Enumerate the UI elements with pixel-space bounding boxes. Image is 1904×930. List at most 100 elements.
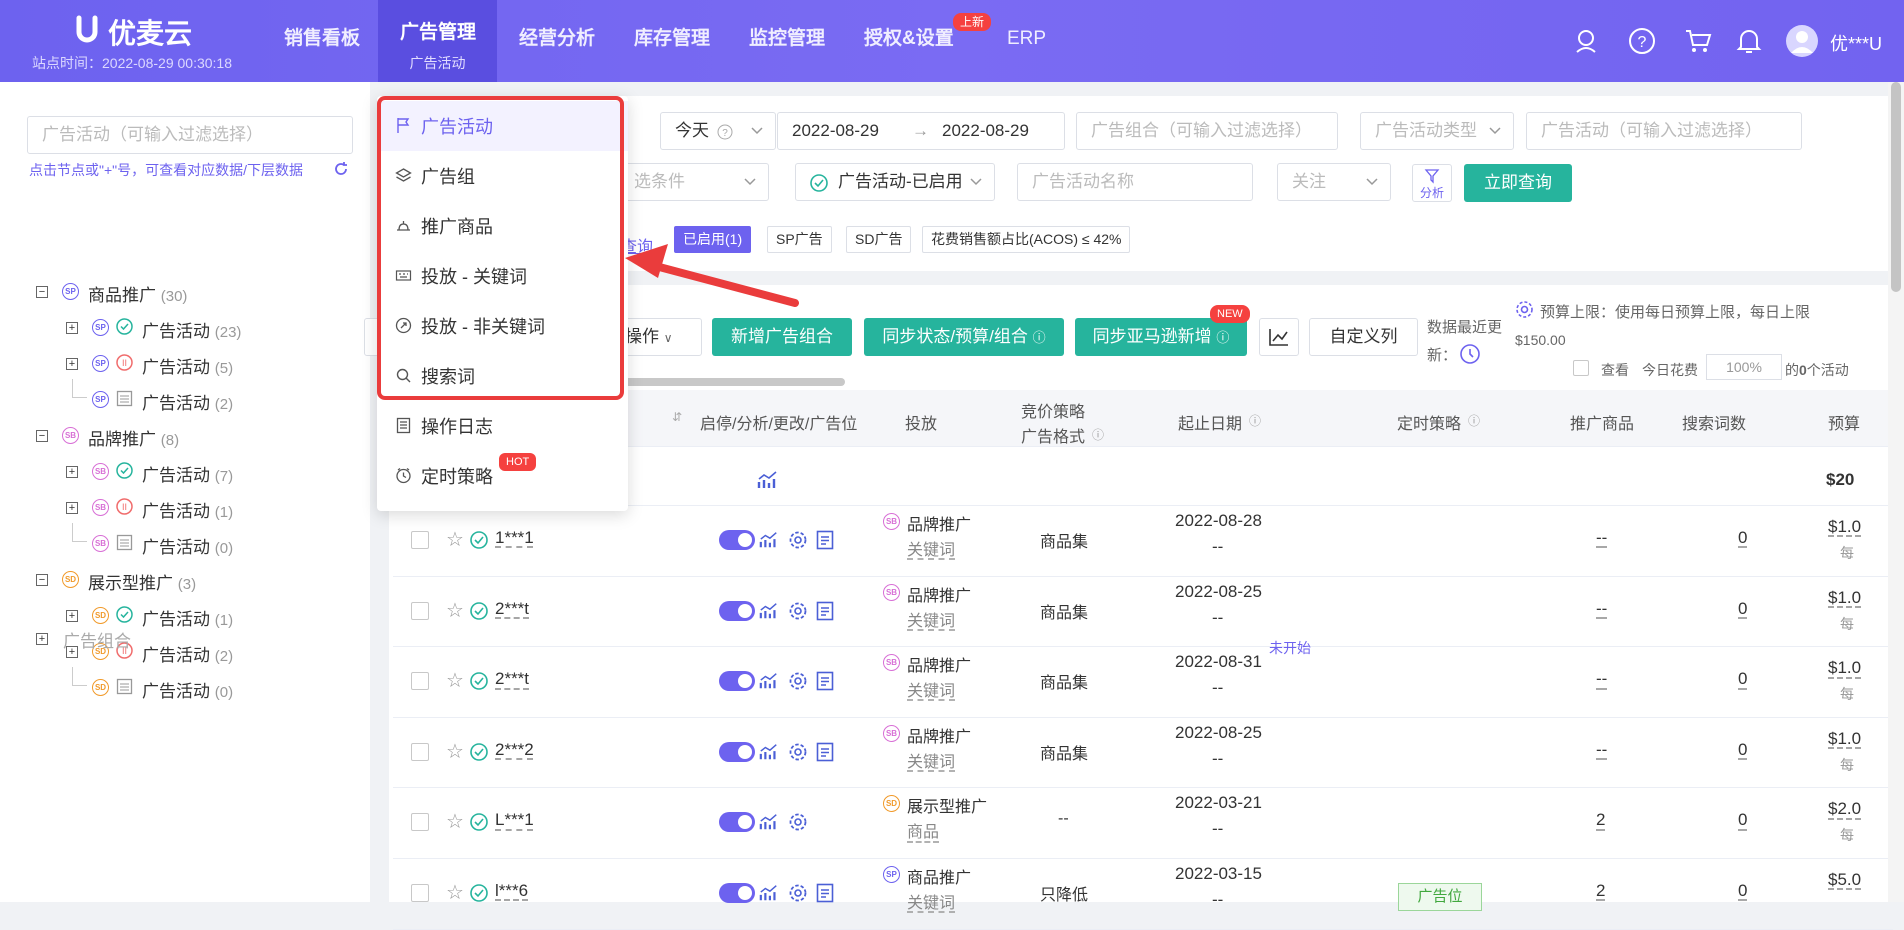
menu-item-products[interactable]: 推广商品 <box>377 201 628 251</box>
row-checkbox[interactable] <box>411 672 429 691</box>
tree-node-campaign[interactable]: 广告活动 (23) <box>142 317 241 342</box>
star-icon[interactable]: ☆ <box>446 527 464 552</box>
search-term-count[interactable]: 0 <box>1738 810 1747 830</box>
promoted-products[interactable]: -- <box>1596 528 1607 548</box>
row-checkbox[interactable] <box>411 531 429 549</box>
budget-value[interactable]: $1.0 <box>1828 729 1861 749</box>
clock-refresh-icon[interactable] <box>1459 343 1481 365</box>
menu-item-non-keywords[interactable]: 投放 - 非关键词 <box>377 301 628 351</box>
help-icon[interactable]: ? <box>1628 27 1656 55</box>
sync-status-button[interactable]: 同步状态/预算/组合 ⓘ <box>864 318 1064 356</box>
gear-icon[interactable] <box>788 530 808 550</box>
add-portfolio-button[interactable]: 新增广告组合 <box>712 318 852 356</box>
chart-toggle-button[interactable] <box>1259 318 1299 356</box>
expand-icon[interactable]: + <box>66 466 78 478</box>
date-range-picker[interactable]: 2022-08-29 → 2022-08-29 <box>777 112 1065 150</box>
promoted-products[interactable]: -- <box>1596 599 1607 619</box>
targeting-type[interactable]: 关键词 <box>907 536 955 560</box>
nav-monitoring[interactable]: 监控管理 <box>749 0 825 82</box>
trend-chart-icon[interactable] <box>759 530 779 550</box>
nav-sales-dashboard[interactable]: 销售看板 <box>284 0 360 82</box>
targeting-type[interactable]: 商品 <box>907 818 939 842</box>
nav-auth-settings[interactable]: 授权&设置 <box>864 0 954 82</box>
menu-item-operation-log[interactable]: 操作日志 <box>377 401 628 451</box>
campaign-name[interactable]: 2***2 <box>495 740 534 760</box>
collapse-icon[interactable]: − <box>36 286 48 298</box>
portfolio-filter-input[interactable]: 广告组合（可输入过滤选择） <box>1076 112 1338 150</box>
vertical-scrollbar-thumb[interactable] <box>1891 82 1901 292</box>
row-checkbox[interactable] <box>411 884 429 902</box>
view-checkbox[interactable] <box>1573 360 1589 376</box>
filter-tag-acos[interactable]: 花费销售额占比(ACOS) ≤ 42% <box>922 226 1131 253</box>
nav-erp[interactable]: ERP <box>1007 0 1046 82</box>
menu-item-timer-strategy[interactable]: 定时策略 HOT <box>377 451 628 501</box>
query-button[interactable]: 立即查询 <box>1464 164 1572 202</box>
tree-node-campaign[interactable]: 广告活动 (1) <box>142 497 233 522</box>
promoted-products[interactable]: 2 <box>1596 881 1605 901</box>
nav-business-analysis[interactable]: 经营分析 <box>519 0 595 82</box>
campaign-name[interactable]: l***6 <box>495 881 528 901</box>
gear-icon[interactable] <box>1515 300 1534 319</box>
enable-toggle[interactable] <box>719 671 755 692</box>
bell-icon[interactable] <box>1735 27 1763 55</box>
placement-doc-icon[interactable] <box>816 530 834 550</box>
menu-item-search-terms[interactable]: 搜索词 <box>377 351 628 401</box>
expand-icon[interactable]: + <box>66 502 78 514</box>
tree-node-campaign[interactable]: 广告活动 (7) <box>142 461 233 486</box>
budget-value[interactable]: $1.0 <box>1828 517 1861 537</box>
campaign-filter-input[interactable]: 广告活动（可输入过滤选择） <box>1526 112 1802 150</box>
targeting-type[interactable]: 关键词 <box>907 677 955 701</box>
custom-columns-button[interactable]: 自定义列 <box>1309 318 1418 356</box>
menu-item-campaigns[interactable]: 广告活动 <box>377 101 628 151</box>
tree-node-group[interactable]: 商品推广 (30) <box>88 281 187 306</box>
placement-doc-icon[interactable] <box>816 883 834 903</box>
search-term-count[interactable]: 0 <box>1738 599 1747 619</box>
search-term-count[interactable]: 0 <box>1738 881 1747 901</box>
gear-icon[interactable] <box>788 812 808 832</box>
expand-icon[interactable]: + <box>66 358 78 370</box>
sync-amazon-button[interactable]: 同步亚马逊新增 ⓘ <box>1075 318 1247 356</box>
gear-icon[interactable] <box>788 601 808 621</box>
budget-value[interactable]: $1.0 <box>1828 658 1861 678</box>
promoted-products[interactable]: -- <box>1596 669 1607 689</box>
user-name[interactable]: 优***U <box>1830 30 1882 56</box>
tree-node-campaign[interactable]: 广告活动 (2) <box>142 389 233 414</box>
customer-service-icon[interactable] <box>1572 27 1600 55</box>
expand-icon[interactable]: + <box>66 322 78 334</box>
targeting-type[interactable]: 关键词 <box>907 889 955 913</box>
search-term-count[interactable]: 0 <box>1738 669 1747 689</box>
budget-value[interactable]: $1.0 <box>1828 588 1861 608</box>
analysis-button[interactable]: 分析 <box>1412 164 1452 202</box>
menu-item-keywords[interactable]: 投放 - 关键词 <box>377 251 628 301</box>
collapse-icon[interactable]: − <box>36 430 48 442</box>
campaign-name[interactable]: 2***t <box>495 669 529 689</box>
star-icon[interactable]: ☆ <box>446 880 464 905</box>
refresh-icon[interactable] <box>333 161 349 177</box>
collapse-icon[interactable]: − <box>36 574 48 586</box>
filter-tag-sd[interactable]: SD广告 <box>846 226 912 253</box>
gear-icon[interactable] <box>788 742 808 762</box>
campaign-name-input[interactable]: 广告活动名称 <box>1017 163 1253 201</box>
tree-node-group[interactable]: 展示型推广 (3) <box>88 569 196 594</box>
expand-icon[interactable]: + <box>36 633 48 645</box>
budget-value[interactable]: $2.0 <box>1828 799 1861 819</box>
cart-icon[interactable] <box>1684 27 1712 55</box>
trend-chart-icon[interactable] <box>759 601 779 621</box>
row-checkbox[interactable] <box>411 813 429 832</box>
menu-item-ad-groups[interactable]: 广告组 <box>377 151 628 201</box>
horizontal-scrollbar[interactable] <box>620 378 845 386</box>
placement-doc-icon[interactable] <box>816 601 834 621</box>
tree-node-group[interactable]: 品牌推广 (8) <box>88 425 179 450</box>
star-icon[interactable]: ☆ <box>446 668 464 693</box>
avatar[interactable] <box>1786 25 1818 57</box>
trend-chart-icon[interactable] <box>757 470 779 490</box>
placement-doc-icon[interactable] <box>816 742 834 762</box>
search-term-count[interactable]: 0 <box>1738 528 1747 548</box>
star-icon[interactable]: ☆ <box>446 739 464 764</box>
gear-icon[interactable] <box>788 883 808 903</box>
trend-chart-icon[interactable] <box>759 742 779 762</box>
row-checkbox[interactable] <box>411 742 429 761</box>
promoted-products[interactable]: 2 <box>1596 810 1605 830</box>
promoted-products[interactable]: -- <box>1596 740 1607 760</box>
follow-select[interactable]: 关注 <box>1277 163 1391 201</box>
